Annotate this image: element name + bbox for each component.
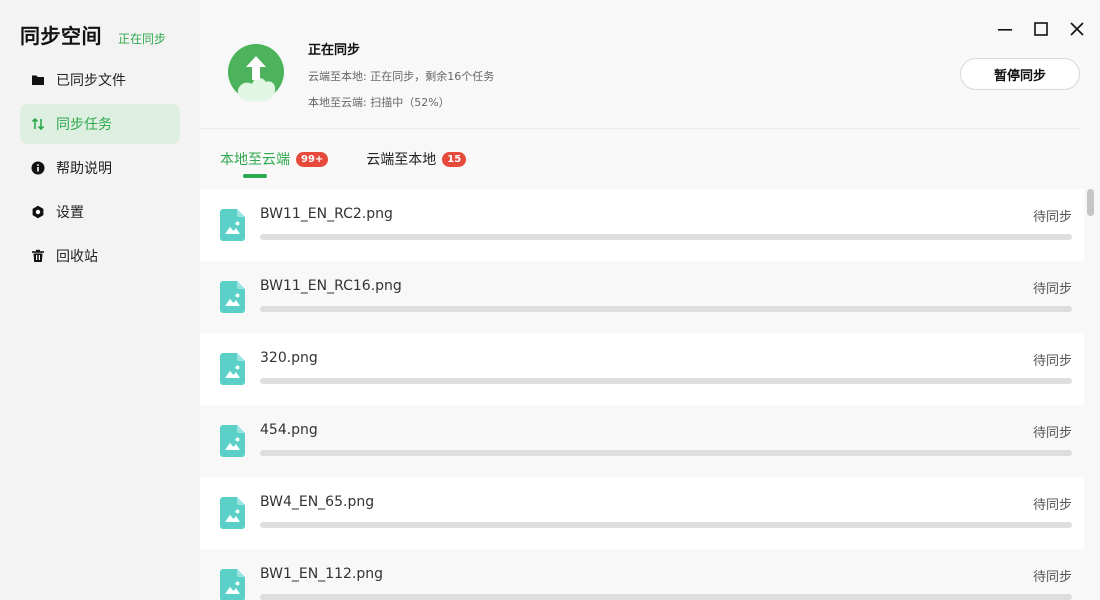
file-sync-status: 待同步 [1032, 354, 1072, 369]
scrollbar[interactable] [1084, 189, 1100, 600]
sync-title: 正在同步 [308, 43, 361, 58]
file-sync-status: 待同步 [1032, 210, 1072, 225]
image-file-icon [220, 569, 245, 600]
sidebar-item-help[interactable]: 帮助说明 [20, 148, 180, 188]
sidebar-item-label: 设置 [56, 205, 84, 221]
list-item[interactable]: BW11_EN_RC2.png 待同步 [200, 189, 1084, 261]
file-sync-status: 待同步 [1032, 282, 1072, 297]
scrollbar-thumb[interactable] [1087, 189, 1094, 216]
file-sync-status: 待同步 [1032, 570, 1072, 585]
image-file-icon [220, 281, 245, 313]
pause-sync-button[interactable]: 暂停同步 [960, 58, 1080, 90]
count-badge: 99+ [296, 151, 329, 167]
list-item[interactable]: 454.png 待同步 [200, 405, 1084, 477]
sidebar-item-label: 帮助说明 [56, 161, 112, 177]
file-name: BW4_EN_65.png [260, 494, 375, 510]
local-to-cloud-status: 本地至云端: 扫描中（52%） [308, 96, 450, 109]
sync-header: 正在同步 云端至本地: 正在同步，剩余16个任务 本地至云端: 扫描中（52%）… [200, 0, 1100, 128]
tab-label: 云端至本地 [366, 152, 437, 168]
image-file-icon [220, 497, 245, 529]
file-task-list: BW11_EN_RC2.png 待同步 BW11_EN_RC16.png 待同步 320… [200, 189, 1084, 600]
file-name: BW11_EN_RC16.png [260, 278, 402, 294]
folder-icon [31, 73, 45, 87]
list-item[interactable]: BW1_EN_112.png 待同步 [200, 549, 1084, 600]
info-icon [31, 161, 45, 175]
image-file-icon [220, 209, 245, 241]
list-item[interactable]: BW11_EN_RC16.png 待同步 [200, 261, 1084, 333]
progress-bar [260, 234, 1072, 240]
cloud-to-local-status: 云端至本地: 正在同步，剩余16个任务 [308, 70, 495, 83]
sidebar: 同步空间 正在同步 已同步文件 同步任务 帮助说明 设置 回收站 [0, 0, 200, 600]
image-file-icon [220, 353, 245, 385]
tab-cloud-to-local[interactable]: 云端至本地 15 [366, 146, 467, 172]
settings-icon [31, 205, 45, 219]
file-sync-status: 待同步 [1032, 426, 1072, 441]
active-tab-indicator [243, 174, 267, 178]
sync-arrows-icon [31, 117, 45, 131]
sidebar-nav: 已同步文件 同步任务 帮助说明 设置 回收站 [20, 60, 180, 280]
cloud-upload-icon [228, 44, 284, 102]
file-name: 320.png [260, 350, 318, 366]
sidebar-item-synced-files[interactable]: 已同步文件 [20, 60, 180, 100]
sidebar-item-label: 同步任务 [56, 117, 112, 133]
progress-bar [260, 594, 1072, 600]
sidebar-item-settings[interactable]: 设置 [20, 192, 180, 232]
app-title: 同步空间 [20, 24, 102, 48]
brand: 同步空间 正在同步 [20, 20, 166, 48]
progress-bar [260, 306, 1072, 312]
file-sync-status: 待同步 [1032, 498, 1072, 513]
sidebar-item-trash[interactable]: 回收站 [20, 236, 180, 276]
progress-bar [260, 378, 1072, 384]
progress-bar [260, 522, 1072, 528]
sync-status-label: 正在同步 [118, 32, 167, 46]
image-file-icon [220, 425, 245, 457]
sidebar-item-label: 回收站 [56, 249, 98, 265]
main-panel: 正在同步 云端至本地: 正在同步，剩余16个任务 本地至云端: 扫描中（52%）… [200, 0, 1100, 600]
sync-space-app: 同步空间 正在同步 已同步文件 同步任务 帮助说明 设置 回收站 正在同步 云端… [0, 0, 1100, 600]
list-item[interactable]: BW4_EN_65.png 待同步 [200, 477, 1084, 549]
list-item[interactable]: 320.png 待同步 [200, 333, 1084, 405]
tab-local-to-cloud[interactable]: 本地至云端 99+ [220, 146, 329, 178]
progress-bar [260, 450, 1072, 456]
file-name: BW11_EN_RC2.png [260, 206, 393, 222]
trash-icon [31, 249, 45, 263]
sync-direction-tabs: 本地至云端 99+ 云端至本地 15 [220, 146, 467, 180]
sidebar-item-sync-tasks[interactable]: 同步任务 [20, 104, 180, 144]
header-divider [200, 128, 1080, 129]
tab-label: 本地至云端 [220, 152, 290, 168]
count-badge: 15 [442, 151, 467, 167]
file-name: BW1_EN_112.png [260, 566, 383, 582]
sidebar-item-label: 已同步文件 [56, 73, 126, 89]
file-name: 454.png [260, 422, 318, 438]
